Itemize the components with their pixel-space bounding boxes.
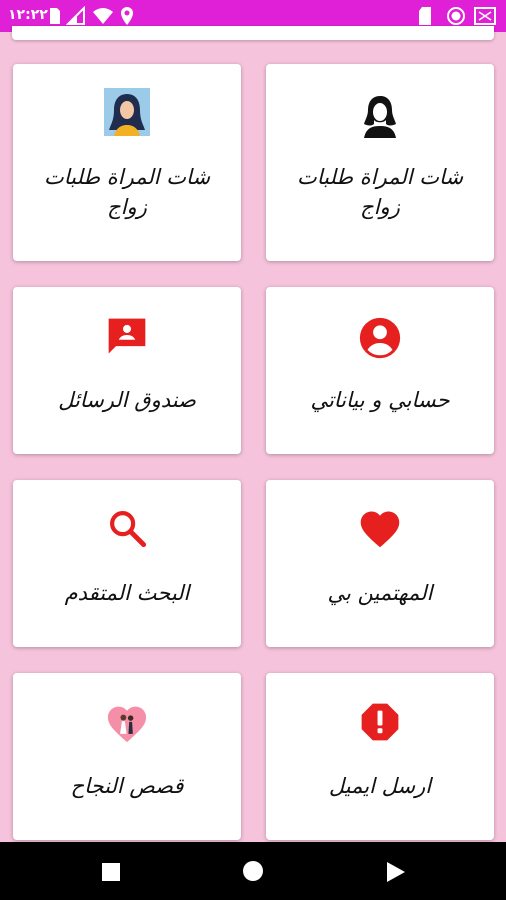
sd-card-icon bbox=[419, 7, 431, 25]
card-label: شات المراة طلبات زواج bbox=[296, 165, 464, 219]
circle-icon bbox=[447, 7, 465, 25]
card-label: البحث المتقدم bbox=[64, 581, 190, 605]
menu-card-interested-in-me[interactable]: المهتمين بي bbox=[266, 480, 494, 647]
card-label: ارسل ايميل bbox=[328, 774, 432, 798]
storage-icon bbox=[50, 8, 60, 24]
message-person-icon bbox=[108, 318, 146, 354]
card-label: قصص النجاح bbox=[70, 774, 184, 798]
location-icon bbox=[121, 7, 133, 25]
recents-button[interactable] bbox=[101, 862, 121, 882]
card-label: حسابي و بياناتي bbox=[310, 388, 450, 412]
menu-card-woman-chat-1[interactable]: شات المراة طلبات زواج bbox=[266, 64, 494, 261]
menu-card-woman-chat-2[interactable]: شات المراة طلبات زواج bbox=[13, 64, 241, 261]
menu-card-my-account[interactable]: حسابي و بياناتي bbox=[266, 287, 494, 454]
card-label: المهتمين بي bbox=[327, 581, 433, 605]
menu-card-advanced-search[interactable]: البحث المتقدم bbox=[13, 480, 241, 647]
status-time: ١٢:٢٢ bbox=[8, 7, 48, 23]
search-icon bbox=[110, 511, 147, 548]
signal-icon bbox=[66, 6, 85, 25]
menu-card-messages[interactable]: صندوق الرسائل bbox=[13, 287, 241, 454]
home-button[interactable] bbox=[242, 860, 264, 882]
navigation-bar bbox=[0, 842, 506, 900]
card-label: شات المراة طلبات زواج bbox=[43, 165, 211, 219]
previous-card-edge bbox=[12, 26, 494, 40]
wifi-icon bbox=[93, 8, 113, 24]
battery-icon bbox=[474, 7, 496, 25]
menu-card-success-stories[interactable]: قصص النجاح bbox=[13, 673, 241, 840]
card-label: صندوق الرسائل bbox=[58, 388, 196, 412]
back-button[interactable] bbox=[386, 861, 406, 883]
woman-silhouette-icon bbox=[356, 90, 404, 138]
account-circle-icon bbox=[359, 317, 401, 359]
couple-heart-icon bbox=[107, 706, 147, 743]
menu-card-send-email[interactable]: ارسل ايميل bbox=[266, 673, 494, 840]
alert-octagon-icon bbox=[361, 703, 399, 741]
woman-portrait-icon bbox=[104, 88, 150, 136]
heart-icon bbox=[360, 511, 400, 548]
